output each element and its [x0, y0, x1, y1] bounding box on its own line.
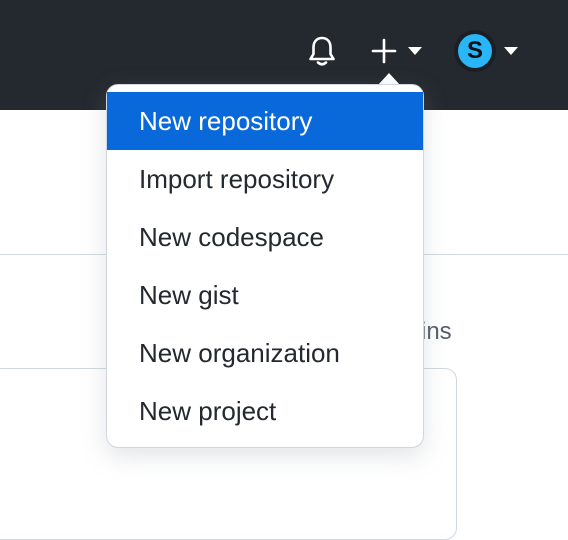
notifications-button[interactable]: [305, 33, 339, 69]
avatar-letter: S: [458, 34, 492, 68]
create-new-dropdown-menu: New repository Import repository New cod…: [106, 84, 424, 448]
user-menu-button[interactable]: S: [454, 30, 524, 72]
caret-down-icon: [504, 47, 518, 55]
bell-icon: [309, 36, 335, 66]
avatar: S: [454, 30, 496, 72]
menu-item-new-codespace[interactable]: New codespace: [107, 208, 423, 266]
create-new-button[interactable]: [370, 33, 428, 69]
caret-down-icon: [408, 47, 422, 55]
menu-item-new-gist[interactable]: New gist: [107, 266, 423, 324]
menu-item-import-repository[interactable]: Import repository: [107, 150, 423, 208]
partial-background-text: ins: [421, 318, 452, 345]
plus-icon: [371, 38, 397, 64]
menu-item-new-project[interactable]: New project: [107, 382, 423, 440]
menu-item-new-repository[interactable]: New repository: [107, 92, 423, 150]
menu-item-new-organization[interactable]: New organization: [107, 324, 423, 382]
